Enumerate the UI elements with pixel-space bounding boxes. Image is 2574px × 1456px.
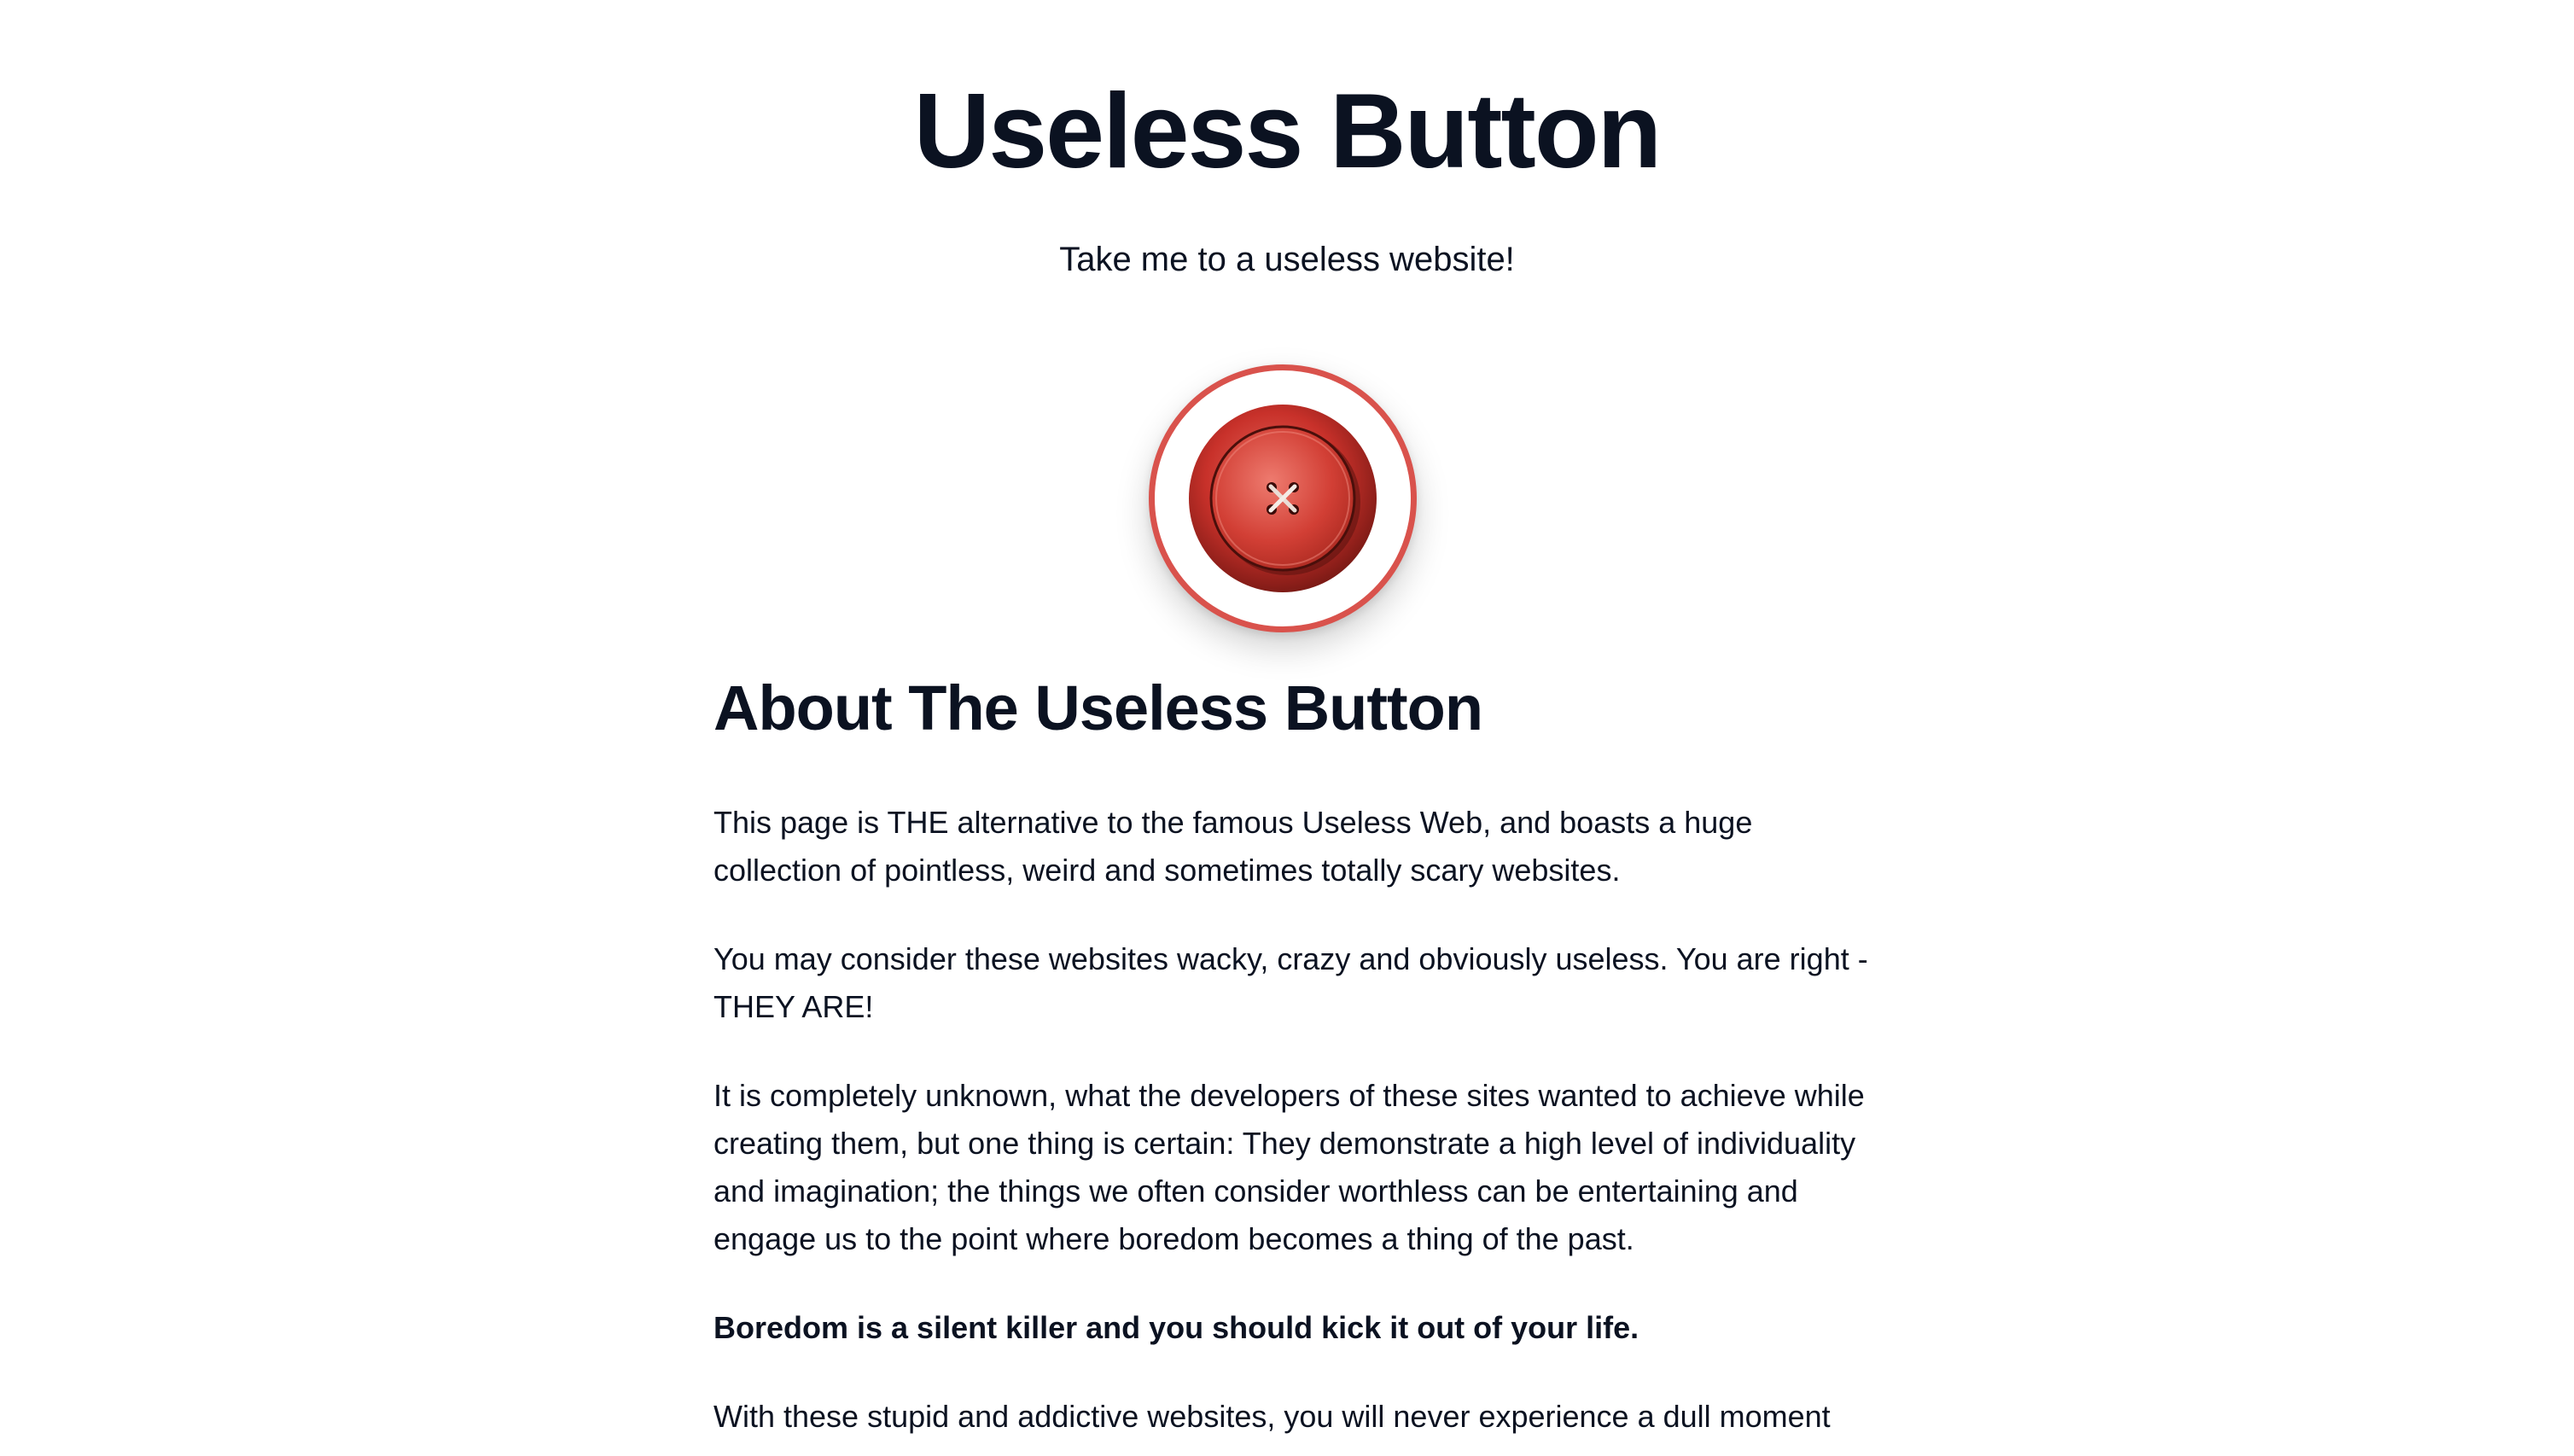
about-heading: About The Useless Button — [713, 673, 1483, 743]
about-paragraph: With these stupid and addictive websites… — [713, 1399, 1831, 1434]
about-section: About The Useless Button This page is TH… — [713, 667, 1874, 1456]
page: Useless Button Take me to a useless webs… — [0, 0, 2574, 1456]
about-paragraph-bold: Boredom is a silent killer and you shoul… — [713, 1310, 1639, 1345]
about-paragraph: You may consider these websites wacky, c… — [713, 941, 1868, 1024]
useless-button[interactable] — [1149, 364, 1417, 632]
tagline: Take me to a useless website! — [1059, 241, 1515, 278]
red-sewing-button-icon — [1189, 405, 1377, 592]
page-title: Useless Button — [913, 73, 1663, 190]
about-paragraph: This page is THE alternative to the famo… — [713, 805, 1753, 888]
about-paragraph: It is completely unknown, what the devel… — [713, 1078, 1865, 1256]
